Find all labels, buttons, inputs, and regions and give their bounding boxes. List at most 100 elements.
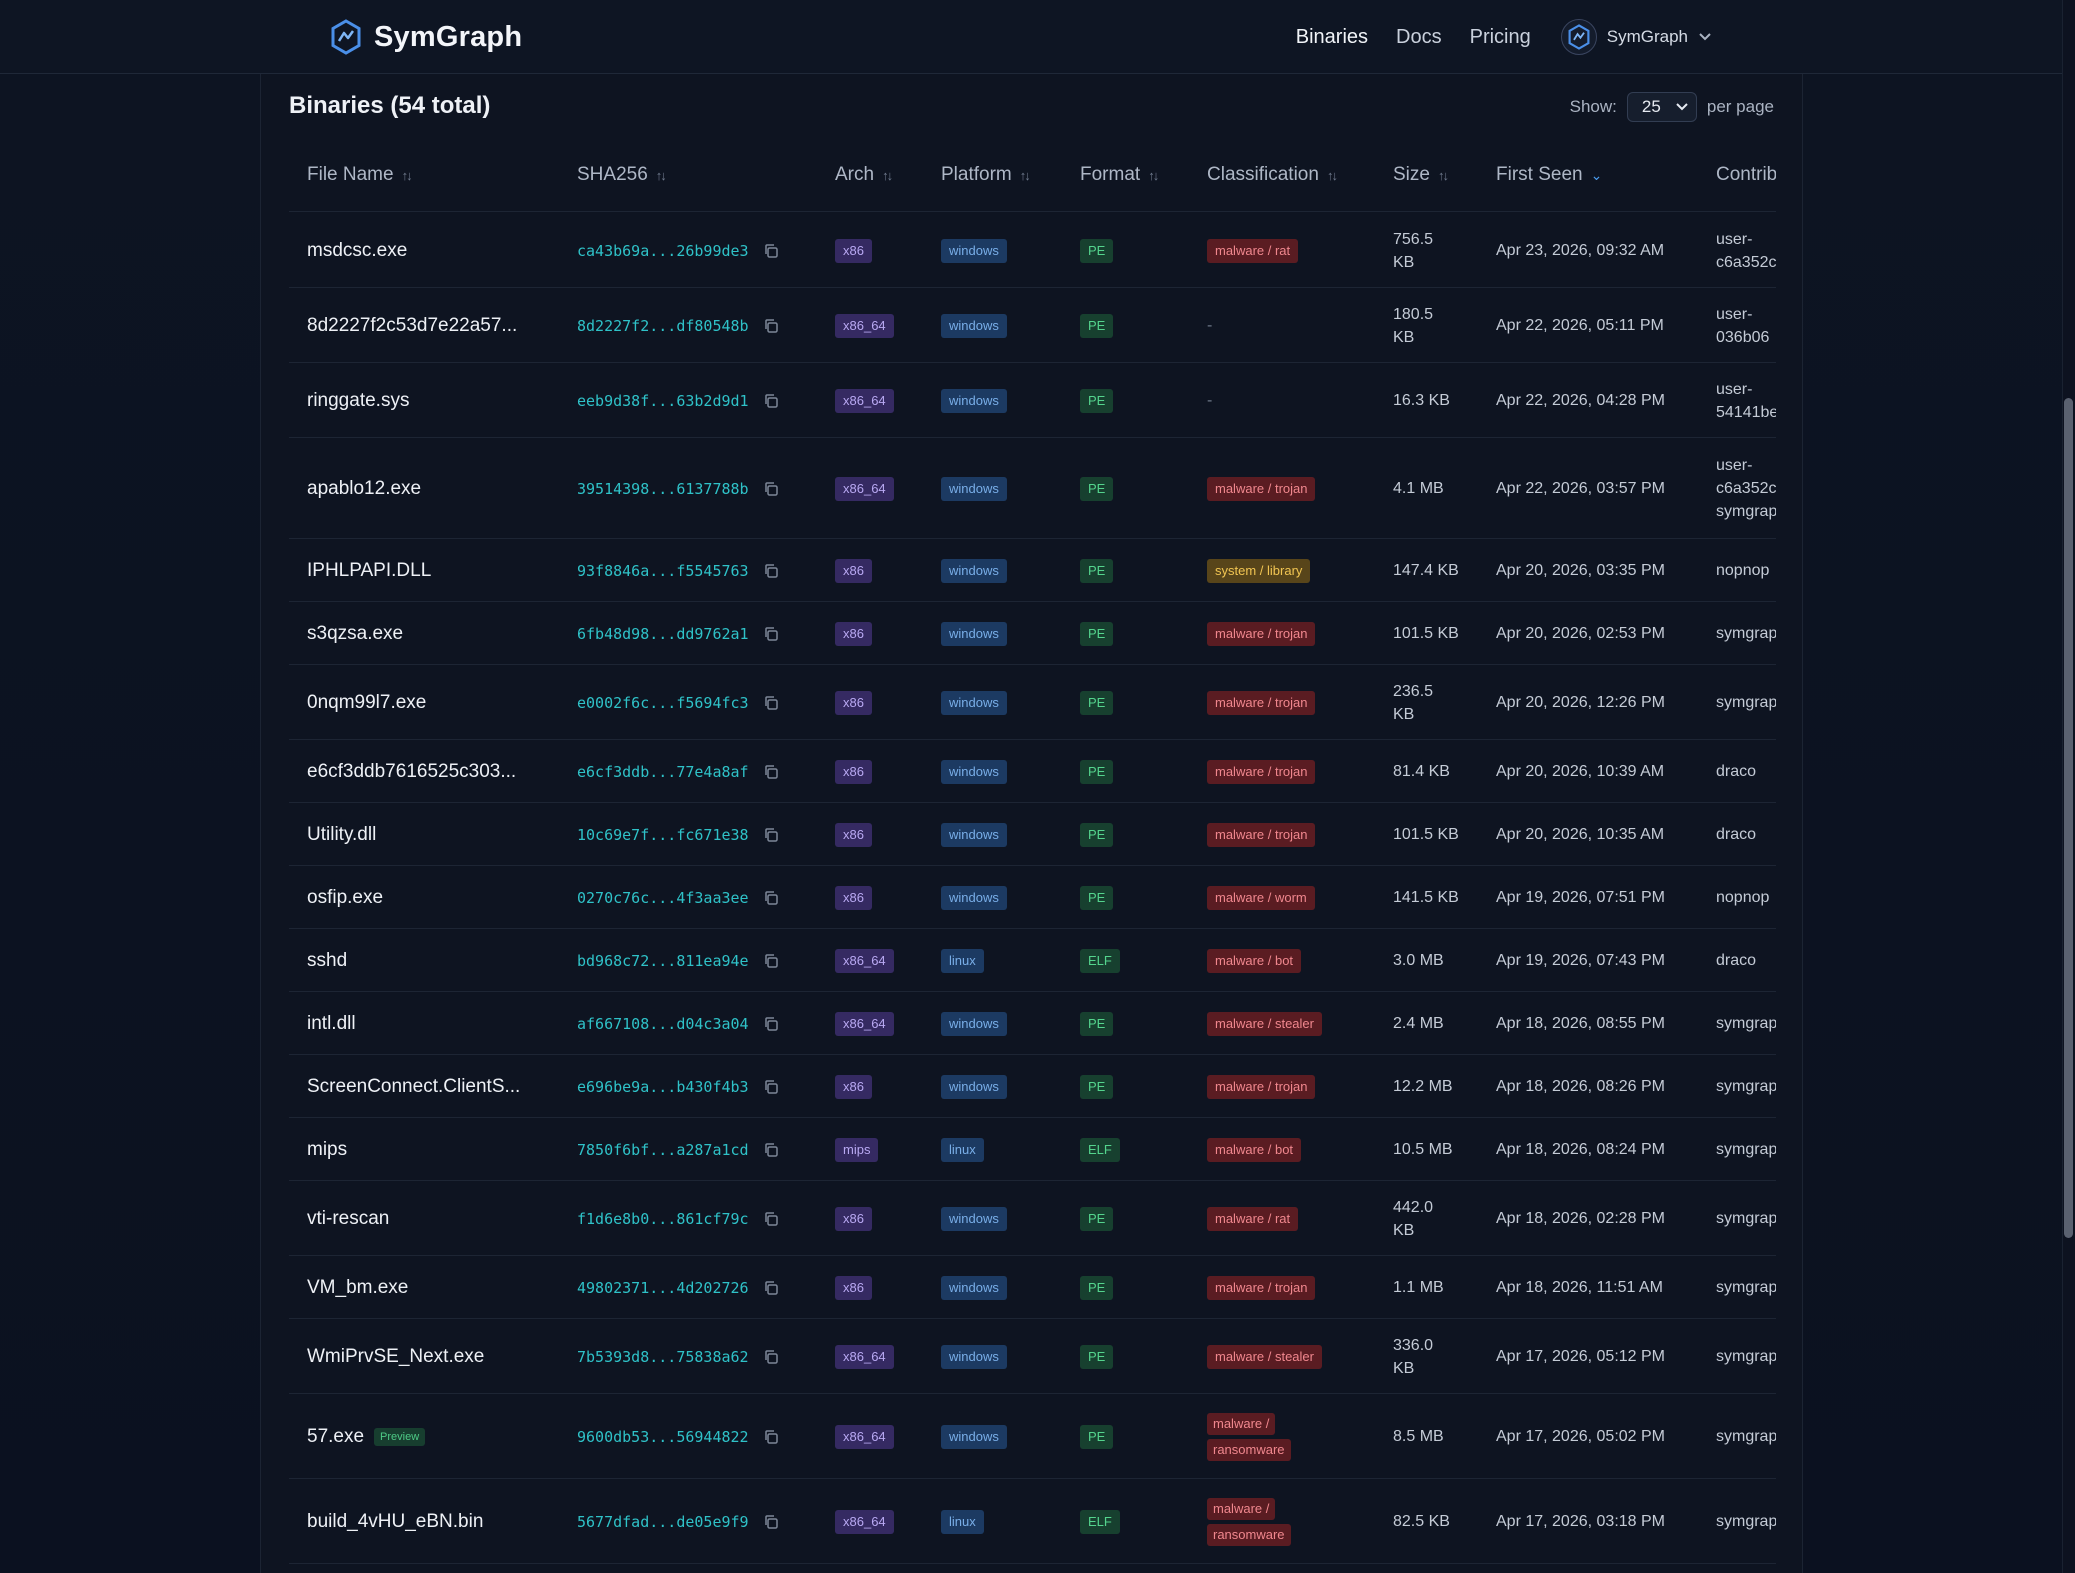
table-row[interactable]: s3qzsa.exe 6fb48d98...dd9762a1 x86 windows P… [289,602,1776,665]
sha256-value[interactable]: eeb9d38f...63b2d9d1 [577,392,749,410]
sha256-value[interactable]: f1d6e8b0...861cf79c [577,1210,749,1228]
sha256-value[interactable]: 5677dfad...de05e9f9 [577,1513,749,1531]
contributor-value[interactable]: user- [1716,228,1752,251]
contributor-cell[interactable]: symgraph [1716,992,1776,1055]
file-name[interactable]: 8d2227f2c53d7e22a57... [307,315,517,337]
file-name-cell[interactable]: vti-rescan [307,1181,389,1256]
file-name[interactable]: 0nqm99l7.exe [307,692,426,714]
sha256-value[interactable]: 10c69e7f...fc671e38 [577,826,749,844]
file-name-cell[interactable]: osfip.exe [307,866,383,929]
copy-icon[interactable] [763,1429,779,1445]
logo[interactable]: SymGraph [330,18,522,56]
table-row[interactable]: ScreenConnect.ClientS... e696be9a...b430f… [289,1055,1776,1118]
copy-icon[interactable] [763,827,779,843]
copy-icon[interactable] [763,626,779,642]
nav-link-binaries[interactable]: Binaries [1296,26,1368,49]
col-platform[interactable]: Platform ↑↓ [941,138,1031,212]
col-file-name[interactable]: File Name ↑↓ [307,138,413,212]
table-row[interactable]: mips 7850f6bf...a287a1cd mips linux ELF malwa… [289,1118,1776,1181]
file-name[interactable]: sshd [307,950,347,972]
copy-icon[interactable] [763,890,779,906]
user-menu[interactable]: SymGraph [1560,19,1712,55]
contributor-value[interactable]: user- [1716,303,1752,326]
sha256-value[interactable]: 93f8846a...f5545763 [577,562,749,580]
contributor-value[interactable]: symgraph [1716,1075,1776,1098]
contributor-cell[interactable]: user- 54141be [1716,363,1776,438]
contributor-value[interactable]: symgraph [1716,691,1776,714]
contributor-cell[interactable]: draco [1716,740,1776,803]
file-name-cell[interactable]: apablo12.exe [307,438,421,539]
copy-icon[interactable] [763,1514,779,1530]
table-row[interactable]: 57.exe Preview 9600db53...56944822 x86_64 wi… [289,1394,1776,1479]
contributor-cell[interactable]: user-c6a352csymgraph [1716,438,1776,539]
table-row[interactable]: 0nqm99l7.exe e0002f6c...f5694fc3 x86 window… [289,665,1776,740]
contributor-value[interactable]: symgraph [1716,1510,1776,1533]
table-row[interactable]: VM_bm.exe 49802371...4d202726 x86 windows PE… [289,1256,1776,1319]
nav-link-docs[interactable]: Docs [1396,26,1442,49]
sha256-value[interactable]: bd968c72...811ea94e [577,952,749,970]
table-row[interactable]: e6cf3ddb7616525c303... e6cf3ddb...77e4a8a… [289,740,1776,803]
contributor-value[interactable]: c6a352c [1716,477,1776,500]
contributor-value[interactable]: symgraph [1716,1276,1776,1299]
sha256-value[interactable]: 9600db53...56944822 [577,1428,749,1446]
file-name-cell[interactable]: e6cf3ddb7616525c303... [307,740,516,803]
table-row[interactable]: sshd bd968c72...811ea94e x86_64 linux ELF mal… [289,929,1776,992]
contributor-cell[interactable]: symgraph [1716,1479,1776,1564]
copy-icon[interactable] [763,563,779,579]
file-name[interactable]: 57.exe [307,1426,364,1448]
copy-icon[interactable] [763,1016,779,1032]
sha256-value[interactable]: ca43b69a...26b99de3 [577,242,749,260]
file-name[interactable]: Utility.dll [307,824,376,846]
copy-icon[interactable] [763,481,779,497]
copy-icon[interactable] [763,695,779,711]
file-name[interactable]: IPHLPAPI.DLL [307,560,431,582]
sha256-value[interactable]: 8d2227f2...df80548b [577,317,749,335]
contributor-value[interactable]: symgraph [1716,622,1776,645]
copy-icon[interactable] [763,764,779,780]
nav-link-pricing[interactable]: Pricing [1470,26,1531,49]
file-name[interactable]: mips [307,1139,347,1161]
copy-icon[interactable] [763,953,779,969]
copy-icon[interactable] [763,1211,779,1227]
contributor-value[interactable]: symgraph [1716,1012,1776,1035]
table-row[interactable]: vti-rescan f1d6e8b0...861cf79c x86 windows P… [289,1181,1776,1256]
copy-icon[interactable] [763,393,779,409]
contributor-cell[interactable]: nopnop [1716,866,1776,929]
col-first-seen[interactable]: First Seen ⌄ [1496,138,1602,212]
contributor-value[interactable]: draco [1716,823,1756,846]
contributor-cell[interactable]: draco [1716,929,1776,992]
contributor-cell[interactable]: nopnop [1716,539,1776,602]
copy-icon[interactable] [763,318,779,334]
contributor-cell[interactable]: symgraph [1716,1319,1776,1394]
contributor-cell[interactable]: draco [1716,803,1776,866]
file-name-cell[interactable]: IPHLPAPI.DLL [307,539,431,602]
sha256-value[interactable]: 0270c76c...4f3aa3ee [577,889,749,907]
file-name[interactable]: vti-rescan [307,1208,389,1230]
table-row[interactable]: malware / 730.0 [289,1564,1776,1573]
file-name[interactable]: apablo12.exe [307,478,421,500]
file-name-cell[interactable]: sshd [307,929,347,992]
table-row[interactable]: ringgate.sys eeb9d38f...63b2d9d1 x86_64 win… [289,363,1776,438]
copy-icon[interactable] [763,1280,779,1296]
sha256-value[interactable]: af667108...d04c3a04 [577,1015,749,1033]
sha256-value[interactable]: e6cf3ddb...77e4a8af [577,763,749,781]
file-name[interactable]: s3qzsa.exe [307,623,403,645]
sha256-value[interactable]: e696be9a...b430f4b3 [577,1078,749,1096]
sha256-value[interactable]: 49802371...4d202726 [577,1279,749,1297]
file-name[interactable]: osfip.exe [307,887,383,909]
file-name-cell[interactable]: ScreenConnect.ClientS... [307,1055,520,1118]
file-name[interactable]: e6cf3ddb7616525c303... [307,761,516,783]
table-row[interactable]: build_4vHU_eBN.bin 5677dfad...de05e9f9 x86… [289,1479,1776,1564]
contributor-cell[interactable]: user-c6a352c [1716,213,1776,288]
table-row[interactable]: IPHLPAPI.DLL 93f8846a...f5545763 x86 window… [289,539,1776,602]
table-row[interactable]: msdcsc.exe ca43b69a...26b99de3 x86 windows P… [289,213,1776,288]
file-name-cell[interactable]: 8d2227f2c53d7e22a57... [307,288,517,363]
file-name-cell[interactable]: VM_bm.exe [307,1256,408,1319]
sha256-value[interactable]: 7850f6bf...a287a1cd [577,1141,749,1159]
file-name[interactable]: msdcsc.exe [307,240,407,262]
file-name[interactable]: WmiPrvSE_Next.exe [307,1346,484,1368]
file-name-cell[interactable]: mips [307,1118,347,1181]
contributor-value[interactable]: user- [1716,378,1752,401]
file-name-cell[interactable]: 0nqm99l7.exe [307,665,426,740]
sha256-value[interactable]: 6fb48d98...dd9762a1 [577,625,749,643]
